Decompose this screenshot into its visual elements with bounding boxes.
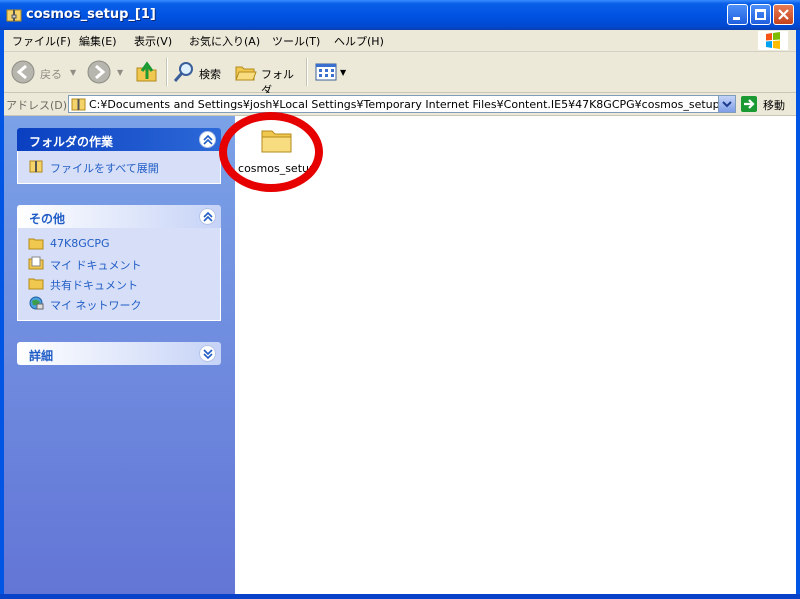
menu-view[interactable]: 表示(V) — [134, 33, 172, 49]
go-arrow-icon — [744, 99, 755, 109]
folder-icon — [28, 238, 44, 250]
highlight-circle-annotation — [219, 112, 323, 192]
chevron-up-icon — [203, 134, 213, 145]
place-link-my-documents[interactable]: マイ ドキュメント — [18, 254, 220, 274]
place-link-47k8gcpg[interactable]: 47K8GCPG — [18, 234, 220, 254]
place-link-label: マイ ネットワーク — [50, 299, 142, 312]
other-places-title: その他 — [29, 212, 66, 226]
task-link-label: ファイルをすべて展開 — [50, 162, 159, 175]
place-link-label: 共有ドキュメント — [50, 279, 138, 292]
search-label: 検索 — [199, 68, 221, 81]
back-arrow-icon — [11, 60, 35, 84]
place-link-shared-documents[interactable]: 共有ドキュメント — [18, 274, 220, 294]
toolbar-separator — [166, 58, 168, 86]
go-button[interactable] — [741, 96, 757, 112]
search-button[interactable]: 検索 — [172, 57, 230, 87]
folder-tasks-title: フォルダの作業 — [29, 135, 114, 149]
details-panel: 詳細 — [17, 342, 221, 365]
toolbar-separator — [306, 58, 308, 86]
back-label: 戻る — [40, 68, 62, 81]
file-list-area[interactable]: cosmos_setup — [219, 112, 796, 594]
details-header[interactable]: 詳細 — [17, 342, 221, 365]
explorer-window: cosmos_setup_[1] ファイル(F) 編集(E) 表示(V) お気に… — [0, 0, 800, 599]
menu-tools[interactable]: ツール(T) — [272, 33, 320, 49]
back-dropdown-icon[interactable]: ▼ — [70, 68, 76, 77]
task-link-extract-all[interactable]: ファイルをすべて展開 — [18, 157, 220, 177]
address-input[interactable]: C:¥Documents and Settings¥josh¥Local Set… — [68, 95, 736, 113]
search-icon — [173, 62, 193, 82]
details-title: 詳細 — [29, 349, 54, 363]
other-places-panel: その他 47K8GCPG マイ ドキュメント 共有ドキュメント マイ ネットワー… — [17, 205, 221, 321]
minimize-button[interactable] — [727, 4, 748, 25]
task-pane: フォルダの作業 ファイルをすべて展開 その他 47K8GCPG マイ ドキュメン… — [4, 116, 235, 594]
address-path: C:¥Documents and Settings¥josh¥Local Set… — [89, 98, 736, 111]
chevron-down-icon — [203, 349, 213, 360]
collapse-button[interactable] — [199, 208, 216, 225]
folder-icon — [28, 278, 44, 290]
place-link-my-network[interactable]: マイ ネットワーク — [18, 294, 220, 314]
folders-icon — [235, 66, 257, 81]
up-folder-icon — [136, 61, 157, 82]
views-button[interactable]: ▼ — [314, 57, 350, 87]
chevron-up-icon — [203, 211, 213, 222]
menu-file[interactable]: ファイル(F) — [12, 33, 71, 49]
menu-favorites[interactable]: お気に入り(A) — [189, 33, 260, 49]
folders-button[interactable]: フォルダ — [234, 57, 304, 97]
other-places-header[interactable]: その他 — [17, 205, 221, 228]
collapse-button[interactable] — [199, 131, 216, 148]
forward-button[interactable]: ▼ — [86, 57, 126, 87]
network-icon — [29, 296, 44, 310]
windows-logo — [758, 31, 788, 50]
go-label[interactable]: 移動 — [763, 97, 785, 113]
minimize-icon — [733, 17, 740, 20]
forward-arrow-icon — [87, 60, 111, 84]
menu-edit[interactable]: 編集(E) — [79, 33, 117, 49]
close-button[interactable] — [773, 4, 794, 25]
close-icon — [778, 9, 789, 20]
window-frame-bottom — [0, 594, 800, 599]
other-places-body: 47K8GCPG マイ ドキュメント 共有ドキュメント マイ ネットワーク — [17, 228, 221, 321]
folder-tasks-header[interactable]: フォルダの作業 — [17, 128, 221, 151]
views-dropdown-icon: ▼ — [340, 68, 347, 77]
standard-toolbar: 戻る ▼ ▼ 検索 フォルダ ▼ — [4, 52, 796, 97]
chevron-down-icon — [722, 101, 732, 108]
expand-button[interactable] — [199, 345, 216, 362]
maximize-icon — [755, 9, 766, 20]
windows-flag-icon — [766, 32, 780, 49]
my-documents-icon — [28, 256, 44, 270]
folder-item-cosmos-setup[interactable]: cosmos_setup — [219, 112, 323, 192]
zip-folder-icon — [6, 9, 22, 22]
forward-dropdown-icon[interactable]: ▼ — [117, 68, 123, 77]
folder-tasks-panel: フォルダの作業 ファイルをすべて展開 — [17, 128, 221, 184]
place-link-label: マイ ドキュメント — [50, 259, 142, 272]
extract-icon — [29, 160, 43, 173]
address-bar: アドレス(D) C:¥Documents and Settings¥josh¥L… — [4, 93, 796, 116]
address-dropdown-button[interactable] — [718, 96, 735, 112]
back-button[interactable]: 戻る ▼ — [10, 57, 80, 87]
menu-help[interactable]: ヘルプ(H) — [334, 33, 384, 49]
folder-tasks-body: ファイルをすべて展開 — [17, 151, 221, 184]
up-folder-button[interactable] — [134, 57, 162, 87]
maximize-button[interactable] — [750, 4, 771, 25]
menu-bar: ファイル(F) 編集(E) 表示(V) お気に入り(A) ツール(T) ヘルプ(… — [4, 30, 796, 52]
address-label: アドレス(D) — [6, 99, 68, 112]
place-link-label: 47K8GCPG — [50, 237, 110, 250]
title-bar[interactable]: cosmos_setup_[1] — [0, 0, 800, 30]
zip-folder-icon — [71, 98, 86, 111]
views-icon — [315, 63, 337, 81]
window-title: cosmos_setup_[1] — [26, 7, 156, 22]
